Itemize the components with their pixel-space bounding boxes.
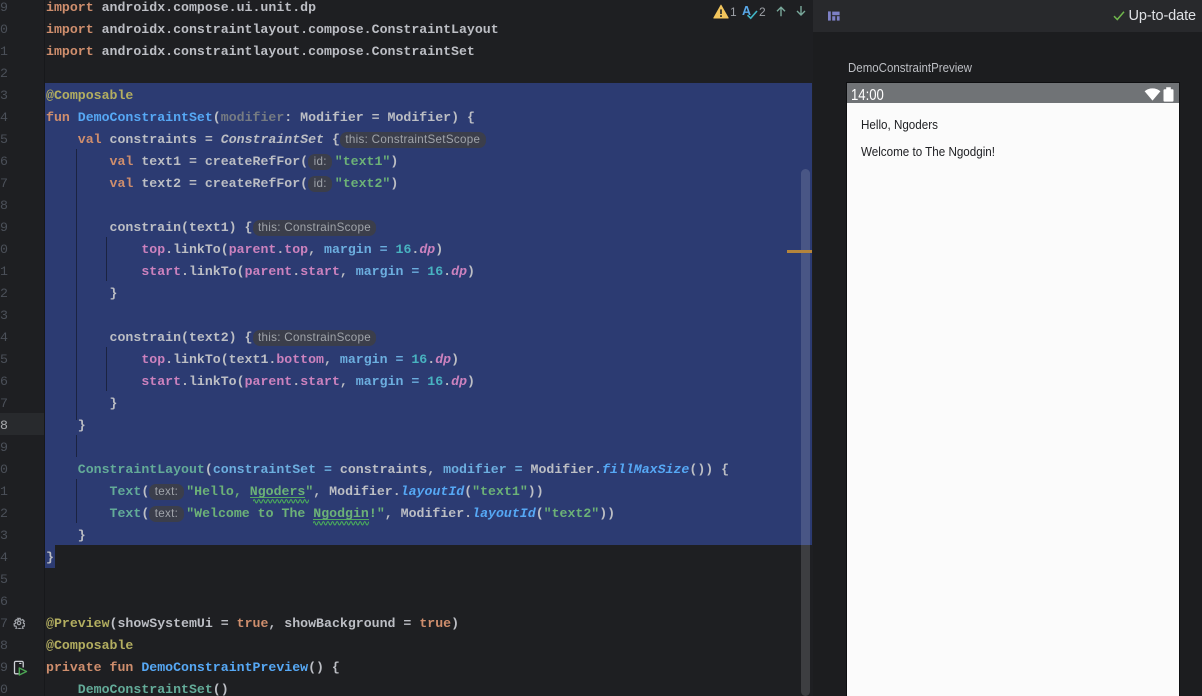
svg-text:A: A xyxy=(742,4,751,18)
